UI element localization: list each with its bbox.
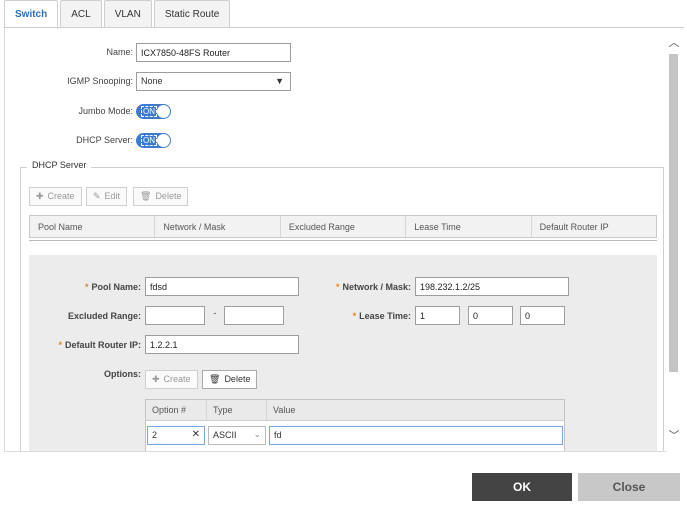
- ok-button[interactable]: OK: [472, 473, 572, 501]
- default-router-ip-label-text: Default Router IP:: [64, 340, 141, 350]
- chevron-down-icon: ⌄: [253, 429, 261, 439]
- pool-delete-button[interactable]: 🗑 Delete: [133, 187, 189, 206]
- jumbo-mode-state: ON: [141, 106, 157, 117]
- options-grid-header: Option # Type Value: [146, 400, 564, 421]
- pool-name-input[interactable]: [145, 277, 299, 296]
- options-grid: Option # Type Value 2 ✕ ASCII ⌄ fd: [145, 399, 565, 451]
- dhcp-server-toggle[interactable]: ON: [136, 133, 171, 148]
- required-marker: *: [335, 282, 340, 292]
- close-button[interactable]: Close: [578, 473, 680, 501]
- igmp-snooping-value: None: [141, 76, 163, 86]
- option-number-value: 2: [152, 430, 158, 440]
- pool-edit-label: Edit: [104, 191, 121, 201]
- dhcp-server-state: ON: [141, 135, 157, 146]
- name-input[interactable]: [136, 43, 291, 62]
- tab-bar: Switch ACL VLAN Static Route: [4, 0, 232, 29]
- column-excluded-range[interactable]: Excluded Range: [281, 216, 407, 237]
- column-lease-time[interactable]: Lease Time: [406, 216, 532, 237]
- column-default-router-ip[interactable]: Default Router IP: [532, 216, 656, 237]
- igmp-snooping-select[interactable]: None ▼: [136, 72, 291, 91]
- option-create-label: Create: [163, 374, 191, 384]
- column-pool-name[interactable]: Pool Name: [30, 216, 156, 237]
- pool-edit-button[interactable]: ✎ Edit: [86, 187, 128, 206]
- pool-name-label: * Pool Name:: [55, 282, 141, 292]
- option-type-value: ASCII: [213, 430, 237, 440]
- network-mask-label-text: Network / Mask:: [342, 282, 411, 292]
- column-network-mask[interactable]: Network / Mask: [155, 216, 281, 237]
- name-label: Name:: [106, 47, 133, 57]
- lease-time-label: * Lease Time:: [323, 311, 411, 321]
- chevron-up-icon[interactable]: ︿: [667, 36, 681, 50]
- toggle-knob: [157, 105, 170, 118]
- required-marker: *: [352, 311, 357, 321]
- tab-vlan[interactable]: VLAN: [103, 0, 152, 28]
- required-marker: *: [58, 340, 62, 350]
- dhcp-server-label: DHCP Server:: [76, 135, 133, 145]
- option-number-cell[interactable]: 2 ✕: [147, 426, 205, 445]
- option-value-input[interactable]: fd: [269, 426, 563, 445]
- default-router-ip-label: * Default Router IP:: [35, 340, 141, 350]
- excluded-range-to-input[interactable]: [224, 306, 284, 325]
- excluded-range-from-input[interactable]: [145, 306, 205, 325]
- lease-time-label-text: Lease Time:: [359, 311, 411, 321]
- toggle-knob: [157, 134, 170, 147]
- switch-tab-panel: Name: IGMP Snooping: None ▼ Jumbo Mode: …: [4, 28, 668, 452]
- pool-create-button[interactable]: ✚ Create: [29, 187, 82, 206]
- tab-acl[interactable]: ACL: [60, 0, 102, 28]
- option-delete-label: Delete: [224, 374, 251, 384]
- dropdown-arrow-icon: ▼: [275, 76, 284, 86]
- tab-switch[interactable]: Switch: [4, 0, 59, 29]
- required-marker: *: [84, 282, 89, 292]
- option-value-text: fd: [274, 430, 282, 440]
- pencil-icon: ✎: [93, 191, 101, 201]
- network-mask-input[interactable]: [415, 277, 569, 296]
- scrollbar-thumb[interactable]: [669, 54, 678, 372]
- tab-static-route[interactable]: Static Route: [153, 0, 231, 28]
- network-mask-label: * Network / Mask:: [323, 282, 411, 292]
- vertical-scrollbar[interactable]: ︿ ﹀: [666, 28, 682, 452]
- pool-create-label: Create: [47, 191, 75, 201]
- option-type-select[interactable]: ASCII ⌄: [208, 426, 266, 445]
- jumbo-mode-label: Jumbo Mode:: [78, 106, 133, 116]
- options-row: 2 ✕ ASCII ⌄ fd: [146, 426, 564, 446]
- grid-divider: [29, 240, 657, 241]
- plus-icon: ✚: [152, 374, 160, 384]
- column-option-number[interactable]: Option #: [146, 400, 207, 420]
- excluded-range-label: Excluded Range:: [67, 311, 141, 321]
- dhcp-server-legend: DHCP Server: [27, 160, 92, 170]
- column-type[interactable]: Type: [207, 400, 267, 420]
- pool-name-label-text: Pool Name:: [91, 282, 141, 292]
- column-value[interactable]: Value: [267, 400, 564, 420]
- trash-icon: 🗑: [140, 191, 152, 201]
- options-label: Options:: [104, 369, 141, 379]
- default-router-ip-input[interactable]: [145, 335, 299, 354]
- clear-icon[interactable]: ✕: [192, 429, 200, 440]
- pool-grid-header: Pool Name Network / Mask Excluded Range …: [29, 215, 657, 238]
- excluded-range-separator: -: [213, 308, 217, 318]
- lease-days-input[interactable]: [415, 306, 460, 325]
- option-delete-button[interactable]: 🗑 Delete: [202, 370, 258, 389]
- option-create-button[interactable]: ✚ Create: [145, 370, 198, 389]
- pool-delete-label: Delete: [155, 191, 182, 201]
- igmp-snooping-label: IGMP Snooping:: [67, 76, 133, 86]
- jumbo-mode-toggle[interactable]: ON: [136, 104, 171, 119]
- lease-minutes-input[interactable]: [520, 306, 565, 325]
- trash-icon: 🗑: [209, 374, 221, 384]
- plus-icon: ✚: [36, 191, 44, 201]
- lease-hours-input[interactable]: [468, 306, 513, 325]
- chevron-down-icon[interactable]: ﹀: [667, 429, 681, 443]
